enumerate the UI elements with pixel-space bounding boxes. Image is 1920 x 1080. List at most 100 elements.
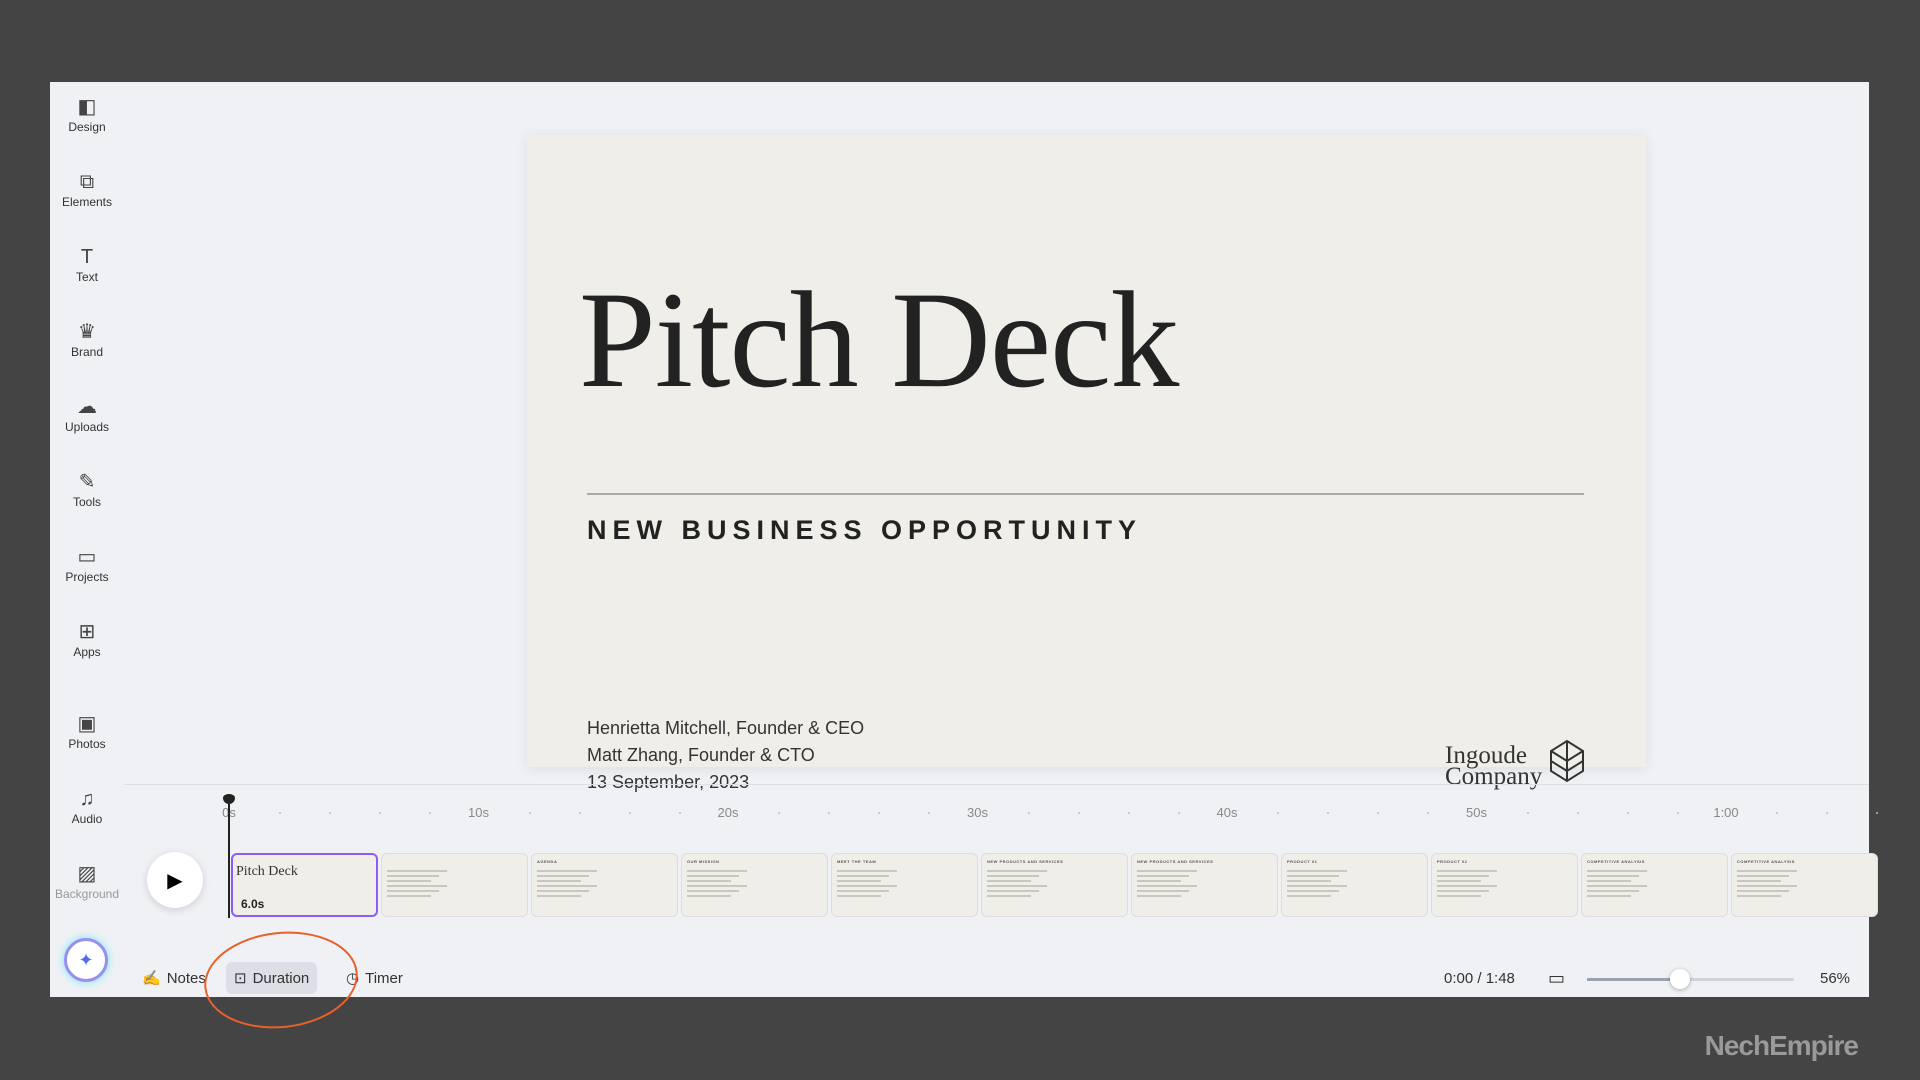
thumb-title: NEW PRODUCTS AND SERVICES: [987, 859, 1064, 864]
ruler-dot: [578, 812, 581, 814]
timer-label: Timer: [365, 969, 403, 987]
page-thumbnail[interactable]: NEW PRODUCTS AND SERVICES: [981, 853, 1128, 917]
page-thumbnail[interactable]: PRODUCT 02: [1431, 853, 1578, 917]
sidebar-item-tools[interactable]: ✎ Tools: [50, 469, 124, 509]
thumb-text-line: [537, 890, 589, 892]
sidebar-item-label: Projects: [65, 570, 109, 584]
thumb-title: Pitch Deck: [236, 864, 298, 879]
company-logo[interactable]: Ingoude Company: [1445, 739, 1584, 789]
thumb-text-line: [387, 880, 431, 882]
thumb-text-line: [987, 870, 1047, 872]
grid-view-icon[interactable]: ▭: [1548, 962, 1565, 994]
slide-canvas[interactable]: Pitch Deck NEW BUSINESS OPPORTUNITY Henr…: [527, 135, 1646, 792]
sidebar-item-label: Photos: [68, 737, 106, 751]
sidebar-item-apps[interactable]: ⊞ Apps: [50, 619, 124, 659]
thumb-text-line: [837, 875, 889, 877]
page-thumbnail[interactable]: PRODUCT 01: [1281, 853, 1428, 917]
sidebar-item-uploads[interactable]: ☁ Uploads: [50, 394, 124, 434]
sidebar-item-brand[interactable]: ♛ Brand: [50, 319, 124, 359]
layout-icon: ◧: [77, 96, 97, 118]
thumb-text-line: [1137, 895, 1181, 897]
date: 13 September, 2023: [587, 772, 750, 792]
sidebar-item-text[interactable]: T Text: [50, 244, 124, 284]
ruler-dot: [1077, 812, 1080, 814]
play-button[interactable]: ▶: [147, 852, 203, 908]
thumb-text-line: [1587, 880, 1631, 882]
ruler-dot: [828, 812, 830, 814]
brand-icon: ♛: [78, 321, 96, 343]
thumb-title: NEW PRODUCTS AND SERVICES: [1137, 859, 1214, 864]
thumb-text-line: [687, 895, 731, 897]
thumb-text-line: [1137, 875, 1189, 877]
zoom-level[interactable]: 56%: [1820, 962, 1850, 994]
ruler-dot: [1526, 812, 1529, 814]
playback-time: 0:00 / 1:48: [1444, 969, 1515, 987]
thumb-title: PRODUCT 01: [1287, 859, 1318, 864]
thumb-text-line: [537, 870, 597, 872]
background-icon: ▨: [77, 863, 97, 885]
ruler-tick-label: 50s: [1466, 805, 1487, 820]
notes-button[interactable]: ✍ Notes: [142, 962, 206, 994]
playhead[interactable]: [223, 794, 235, 918]
page-thumbnail[interactable]: COMPETITIVE ANALYSIS: [1731, 853, 1878, 917]
thumb-text-line: [1437, 885, 1497, 887]
thumb-text-line: [1587, 890, 1639, 892]
thumb-text-line: [387, 895, 431, 897]
thumb-text-line: [1587, 870, 1647, 872]
sidebar-item-audio[interactable]: ♫ Audio: [50, 786, 124, 826]
ruler-dot: [329, 812, 331, 814]
thumb-text-line: [1737, 890, 1789, 892]
sidebar-item-label: Text: [75, 270, 98, 284]
ruler-dot: [628, 812, 631, 814]
ruler-dot: [379, 812, 381, 814]
thumb-text-line: [1587, 895, 1631, 897]
ruler-dot: [1127, 812, 1130, 814]
slide-subtitle[interactable]: NEW BUSINESS OPPORTUNITY: [587, 515, 1142, 546]
ruler-dot: [528, 812, 531, 814]
thumb-text-line: [537, 885, 597, 887]
thumb-text-line: [1437, 880, 1481, 882]
page-thumbnail[interactable]: MEET THE TEAM: [831, 853, 978, 917]
editor-window: ◧ Design ⧉ Elements T Text ♛ Brand ☁ Uploads ✎ Tool…: [50, 82, 1878, 997]
thumb-text-line: [987, 885, 1047, 887]
magic-assistant-button[interactable]: ✦: [64, 938, 108, 982]
play-icon: ▶: [167, 869, 183, 892]
sidebar-item-label: Design: [68, 120, 106, 134]
thumb-text-line: [387, 885, 447, 887]
zoom-slider[interactable]: [1587, 969, 1794, 989]
page-thumbnail[interactable]: Pitch Deck 6.0s: [231, 853, 378, 917]
zoom-slider-fill: [1587, 978, 1680, 981]
sidebar-item-elements[interactable]: ⧉ Elements: [50, 169, 124, 209]
ruler-dot: [1876, 812, 1878, 814]
sidebar-item-background[interactable]: ▨ Background: [50, 861, 124, 901]
ruler-dot: [1427, 812, 1429, 814]
ruler-dot: [1626, 812, 1629, 814]
pen-icon: ✎: [78, 471, 96, 493]
ruler-dot: [1177, 812, 1180, 814]
page-thumbnail[interactable]: AGENDA: [531, 853, 678, 917]
thumb-title: AGENDA: [537, 859, 558, 864]
sidebar-item-label: Audio: [71, 812, 103, 826]
thumb-text-line: [1737, 885, 1797, 887]
thumb-text-line: [387, 890, 439, 892]
thumb-text-line: [1137, 880, 1181, 882]
thumb-text-line: [387, 875, 439, 877]
page-thumbnail[interactable]: NEW PRODUCTS AND SERVICES: [1131, 853, 1278, 917]
sidebar-item-projects[interactable]: ▭ Projects: [50, 544, 124, 584]
page-thumbnail[interactable]: COMPETITIVE ANALYSIS: [1581, 853, 1728, 917]
thumb-text-line: [687, 870, 747, 872]
thumb-text-line: [1287, 890, 1339, 892]
sidebar-item-design[interactable]: ◧ Design: [50, 94, 124, 134]
thumb-text-line: [987, 895, 1031, 897]
slide-title[interactable]: Pitch Deck: [579, 260, 1179, 419]
thumb-text-line: [537, 875, 589, 877]
sidebar-item-photos[interactable]: ▣ Photos: [50, 711, 124, 751]
page-thumbnail[interactable]: OUR MISSION: [681, 853, 828, 917]
ruler-dot: [279, 812, 281, 814]
ruler-dot: [878, 812, 880, 814]
ruler-tick-label: 20s: [717, 805, 739, 820]
presenter-2: Matt Zhang, Founder & CTO: [587, 745, 815, 765]
zoom-slider-handle[interactable]: [1669, 969, 1690, 989]
page-thumbnail[interactable]: [381, 853, 528, 917]
thumb-text-line: [1737, 880, 1781, 882]
